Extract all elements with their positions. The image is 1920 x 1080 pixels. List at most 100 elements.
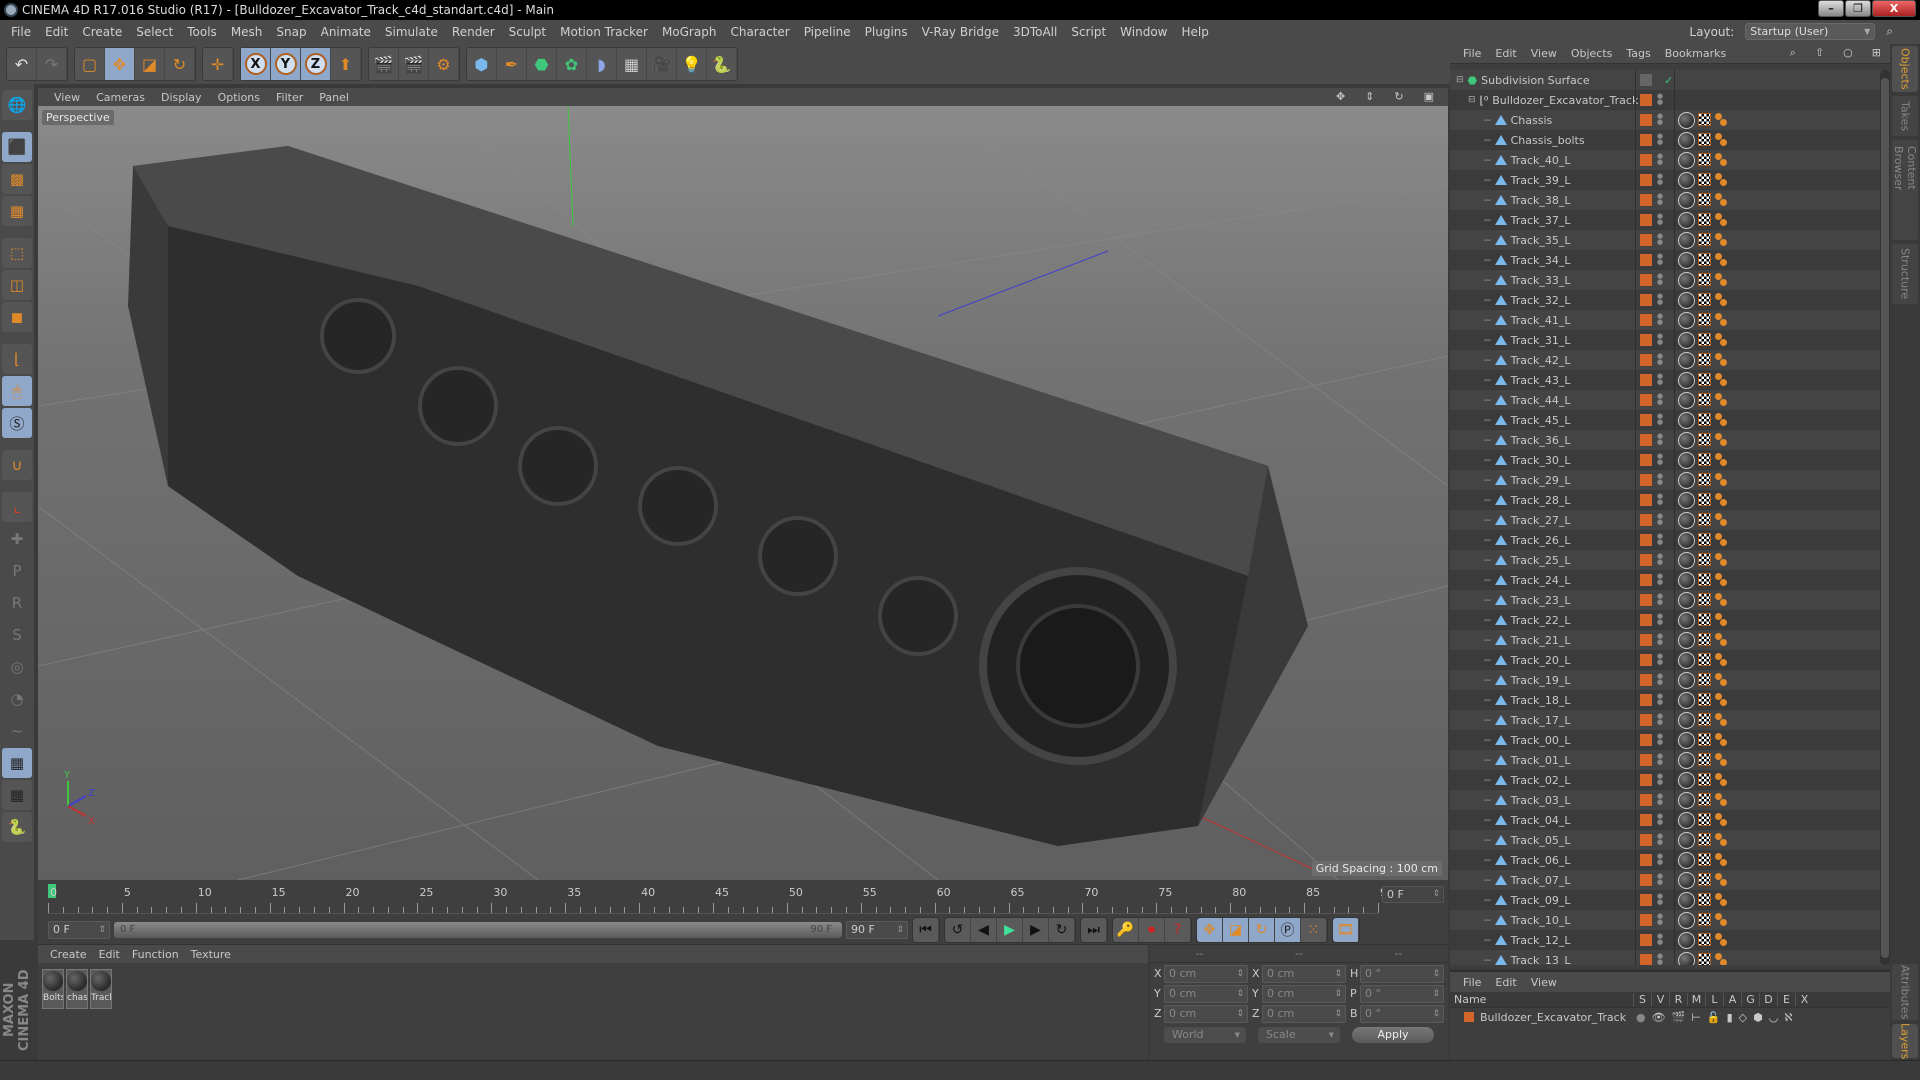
layer-color-swatch[interactable] bbox=[1640, 754, 1652, 766]
previous-key-icon[interactable]: ↺ bbox=[945, 918, 971, 942]
object-row[interactable]: ─ Track_45_L ● ● bbox=[1450, 410, 1882, 430]
position-x-field[interactable]: 0 cm ⇕ bbox=[1164, 964, 1248, 983]
object-row[interactable]: ─ Track_43_L ● ● bbox=[1450, 370, 1882, 390]
uvw-tag-icon[interactable] bbox=[1698, 153, 1711, 166]
material-menu-create[interactable]: Create bbox=[44, 948, 93, 961]
selection-tag-icon[interactable] bbox=[1715, 713, 1729, 727]
uvw-tag-icon[interactable] bbox=[1698, 393, 1711, 406]
layer-color-swatch[interactable] bbox=[1640, 714, 1652, 726]
visibility-dots[interactable]: ● ● bbox=[1657, 673, 1663, 686]
selection-tag-icon[interactable] bbox=[1715, 673, 1729, 687]
size-x-field[interactable]: 0 cm ⇕ bbox=[1262, 964, 1346, 983]
layer-color-swatch[interactable] bbox=[1640, 654, 1652, 666]
uvw-tag-icon[interactable] bbox=[1698, 913, 1711, 926]
material-tag-icon[interactable] bbox=[1678, 852, 1695, 869]
visibility-dots[interactable]: ● ● bbox=[1657, 353, 1663, 366]
menu-render[interactable]: Render bbox=[445, 25, 502, 39]
selection-tag-icon[interactable] bbox=[1715, 113, 1729, 127]
menu-help[interactable]: Help bbox=[1174, 25, 1215, 39]
material-tag-icon[interactable] bbox=[1678, 832, 1695, 849]
object-row[interactable]: ─ Track_28_L ● ● bbox=[1450, 490, 1882, 510]
uvw-tag-icon[interactable] bbox=[1698, 213, 1711, 226]
selection-tag-icon[interactable] bbox=[1715, 893, 1729, 907]
y-axis-lock-button[interactable]: Y bbox=[271, 48, 301, 80]
material-tag-icon[interactable] bbox=[1678, 312, 1695, 329]
layer-color-swatch[interactable] bbox=[1640, 774, 1652, 786]
object-row[interactable]: ─ Track_04_L ● ● bbox=[1450, 810, 1882, 830]
object-row[interactable]: ─ Track_30_L ● ● bbox=[1450, 450, 1882, 470]
selection-tag-icon[interactable] bbox=[1715, 933, 1729, 947]
uvw-tag-icon[interactable] bbox=[1698, 173, 1711, 186]
selection-tag-icon[interactable] bbox=[1715, 833, 1729, 847]
layout-select[interactable]: Startup (User) bbox=[1745, 23, 1876, 40]
uvw-tag-icon[interactable] bbox=[1698, 733, 1711, 746]
selection-tag-icon[interactable] bbox=[1715, 553, 1729, 567]
toggle-panels-icon[interactable]: ▣ bbox=[1416, 90, 1442, 103]
object-row[interactable]: ─ Track_10_L ● ● bbox=[1450, 910, 1882, 930]
uvw-tag-icon[interactable] bbox=[1698, 313, 1711, 326]
layer-color-swatch[interactable] bbox=[1640, 254, 1652, 266]
size-z-field[interactable]: 0 cm ⇕ bbox=[1262, 1004, 1346, 1023]
visibility-dots[interactable]: ● ● bbox=[1657, 933, 1663, 946]
uvw-tag-icon[interactable] bbox=[1698, 453, 1711, 466]
object-row[interactable]: ─ Track_40_L ● ● bbox=[1450, 150, 1882, 170]
material-tag-icon[interactable] bbox=[1678, 192, 1695, 209]
visibility-dots[interactable]: ● ● bbox=[1657, 93, 1663, 106]
object-row[interactable]: ─ Track_24_L ● ● bbox=[1450, 570, 1882, 590]
menu-vray-bridge[interactable]: V-Ray Bridge bbox=[915, 25, 1006, 39]
uvw-tag-icon[interactable] bbox=[1698, 953, 1711, 965]
move-tool-icon[interactable]: ✥ bbox=[105, 48, 135, 80]
material-tag-icon[interactable] bbox=[1678, 892, 1695, 909]
layer-color-swatch[interactable] bbox=[1640, 854, 1652, 866]
layer-color-swatch[interactable] bbox=[1640, 94, 1652, 106]
timeline[interactable]: 051015202530354045505560657075808590 0 F… bbox=[38, 880, 1448, 916]
uvw-tag-icon[interactable] bbox=[1698, 433, 1711, 446]
selection-tag-icon[interactable] bbox=[1715, 233, 1729, 247]
restore-button[interactable]: ❐ bbox=[1845, 0, 1871, 17]
uvw-tag-icon[interactable] bbox=[1698, 473, 1711, 486]
viewport-menu-view[interactable]: View bbox=[46, 91, 88, 104]
selection-tag-icon[interactable] bbox=[1715, 953, 1729, 965]
uvw-tag-icon[interactable] bbox=[1698, 513, 1711, 526]
visibility-dots[interactable]: ● ● bbox=[1657, 693, 1663, 706]
visibility-dots[interactable]: ● ● bbox=[1657, 253, 1663, 266]
material-tag-icon[interactable] bbox=[1678, 812, 1695, 829]
viewport-menu-display[interactable]: Display bbox=[153, 91, 210, 104]
material-tag-icon[interactable] bbox=[1678, 392, 1695, 409]
layer-color-swatch[interactable] bbox=[1640, 314, 1652, 326]
material-tag-icon[interactable] bbox=[1678, 512, 1695, 529]
layer-color-swatch[interactable] bbox=[1640, 474, 1652, 486]
object-row-group[interactable]: ⊟ ⌊⁰ Bulldozer_Excavator_Track ● ● bbox=[1450, 90, 1882, 110]
collapse-icon[interactable]: ⊟ bbox=[1456, 75, 1464, 85]
visibility-dots[interactable]: ● ● bbox=[1657, 533, 1663, 546]
recent-tool-icon[interactable]: ✛ bbox=[203, 48, 233, 80]
visibility-dots[interactable]: ● ● bbox=[1657, 913, 1663, 926]
camera-icon[interactable]: 🎥 bbox=[647, 48, 677, 80]
deformer-icon[interactable]: ⬢ bbox=[1753, 1011, 1763, 1024]
record-point-level-icon[interactable]: ⁙ bbox=[1301, 918, 1327, 942]
menu-character[interactable]: Character bbox=[723, 25, 796, 39]
visibility-dots[interactable]: ● ● bbox=[1657, 313, 1663, 326]
manager-icon[interactable]: ⊢ bbox=[1691, 1011, 1701, 1024]
selection-tag-icon[interactable] bbox=[1715, 213, 1729, 227]
animation-icon[interactable]: ▮ bbox=[1727, 1011, 1733, 1024]
selection-tag-icon[interactable] bbox=[1715, 293, 1729, 307]
uvw-tag-icon[interactable] bbox=[1698, 553, 1711, 566]
tab-attributes[interactable]: Attributes bbox=[1892, 964, 1918, 1020]
selection-tag-icon[interactable] bbox=[1715, 353, 1729, 367]
object-row[interactable]: ─ Track_17_L ● ● bbox=[1450, 710, 1882, 730]
planar-workplane-icon[interactable]: ▦ bbox=[2, 780, 32, 810]
visibility-dots[interactable]: ● ● bbox=[1657, 813, 1663, 826]
edges-mode-icon[interactable]: ◫ bbox=[2, 270, 32, 300]
visibility-dots[interactable]: ● ● bbox=[1657, 333, 1663, 346]
object-row[interactable]: ─ Track_39_L ● ● bbox=[1450, 170, 1882, 190]
visibility-dots[interactable]: ● ● bbox=[1657, 513, 1663, 526]
live-selection-icon[interactable]: ▢ bbox=[75, 48, 105, 80]
layer-color-swatch[interactable] bbox=[1640, 294, 1652, 306]
uvw-tag-icon[interactable] bbox=[1698, 613, 1711, 626]
viewport-menu-options[interactable]: Options bbox=[210, 91, 268, 104]
visibility-dots[interactable]: ● ● bbox=[1657, 733, 1663, 746]
uvw-tag-icon[interactable] bbox=[1698, 133, 1711, 146]
timeline-icon[interactable]: 🎞 bbox=[1333, 918, 1359, 942]
layer-color-swatch[interactable] bbox=[1464, 1012, 1474, 1022]
